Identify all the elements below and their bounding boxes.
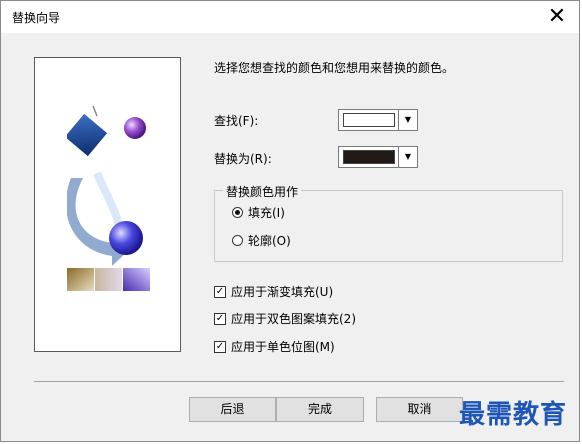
finish-button[interactable]: 完成	[276, 397, 364, 422]
cancel-button[interactable]: 取消	[376, 397, 463, 422]
replace-dropdown-chevron-icon[interactable]: ▼	[398, 147, 417, 167]
find-dropdown-chevron-icon[interactable]: ▼	[398, 110, 417, 130]
apply-as-groupbox	[214, 190, 563, 262]
radio-outline-indicator[interactable]	[232, 235, 243, 246]
window-title: 替换向导	[12, 11, 61, 25]
preview-panel	[34, 57, 181, 352]
find-color-picker[interactable]: ▼	[338, 109, 418, 131]
replace-color-swatch	[343, 150, 395, 164]
checkbox-monochrome-bitmap-label: 应用于单色位图(M)	[231, 340, 335, 354]
title-bar: 替换向导 ✕	[1, 1, 579, 33]
radio-outline[interactable]: 轮廓(O)	[232, 232, 291, 249]
replace-color-picker[interactable]: ▼	[338, 146, 418, 168]
preview-illustration	[64, 98, 151, 313]
instruction-text: 选择您想查找的颜色和您想用来替换的颜色。	[214, 61, 455, 75]
replace-illustration-image	[64, 105, 150, 291]
find-color-swatch	[343, 113, 395, 127]
checkbox-two-color-pattern[interactable]: ✓ 应用于双色图案填充(2)	[214, 310, 356, 327]
checkbox-monochrome-bitmap-box[interactable]: ✓	[214, 340, 226, 353]
radio-fill-label: 填充(I)	[248, 206, 285, 220]
checkbox-gradient-fill-label: 应用于渐变填充(U)	[231, 285, 334, 299]
radio-fill-indicator[interactable]	[232, 207, 243, 218]
checkbox-gradient-fill-box[interactable]: ✓	[214, 285, 226, 298]
checkbox-monochrome-bitmap[interactable]: ✓ 应用于单色位图(M)	[214, 338, 335, 355]
apply-as-group-title: 替换颜色用作	[223, 183, 302, 200]
radio-fill[interactable]: 填充(I)	[232, 204, 285, 221]
replace-label: 替换为(R):	[214, 152, 272, 166]
find-label: 查找(F):	[214, 114, 259, 128]
checkbox-two-color-pattern-box[interactable]: ✓	[214, 312, 226, 325]
footer-separator	[34, 381, 564, 382]
radio-outline-label: 轮廓(O)	[248, 234, 291, 248]
checkbox-two-color-pattern-label: 应用于双色图案填充(2)	[231, 312, 356, 326]
back-button[interactable]: 后退	[189, 397, 276, 422]
replace-wizard-dialog: 替换向导 ✕ 选择您想查找的颜色和您想用来替换的颜色。 查找(F): ▼ 替换为…	[0, 0, 580, 442]
checkbox-gradient-fill[interactable]: ✓ 应用于渐变填充(U)	[214, 283, 333, 300]
watermark-logo: 最需教育	[459, 400, 568, 430]
close-button[interactable]: ✕	[541, 3, 573, 31]
